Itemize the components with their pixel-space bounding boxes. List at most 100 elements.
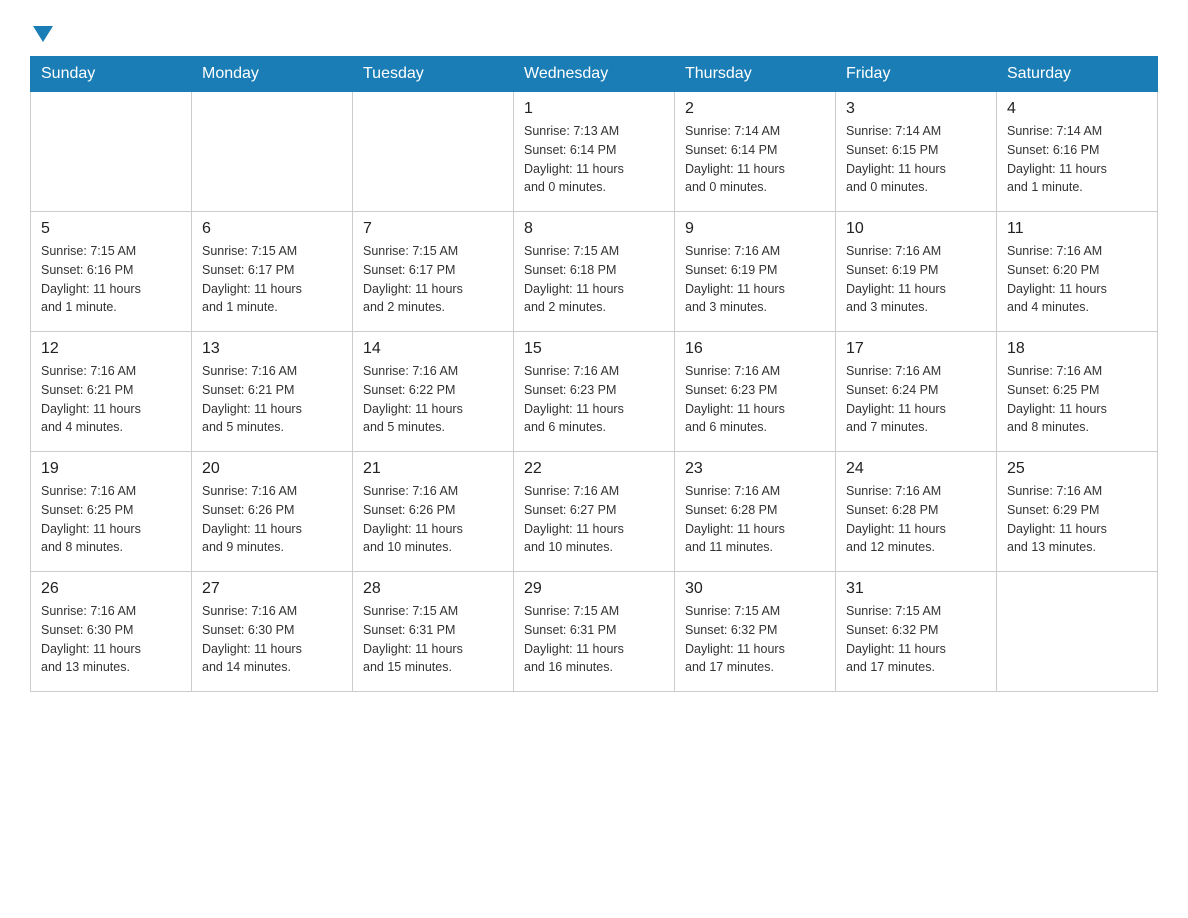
calendar-cell: 18 Sunrise: 7:16 AM Sunset: 6:25 PM Dayli… bbox=[997, 332, 1158, 452]
day-number: 22 bbox=[524, 460, 664, 478]
calendar-body: 1 Sunrise: 7:13 AM Sunset: 6:14 PM Daylig… bbox=[31, 92, 1158, 692]
day-info: Sunrise: 7:16 AM Sunset: 6:28 PM Dayligh… bbox=[846, 482, 986, 557]
calendar-cell: 9 Sunrise: 7:16 AM Sunset: 6:19 PM Daylig… bbox=[675, 212, 836, 332]
calendar-cell: 24 Sunrise: 7:16 AM Sunset: 6:28 PM Dayli… bbox=[836, 452, 997, 572]
calendar-cell: 4 Sunrise: 7:14 AM Sunset: 6:16 PM Daylig… bbox=[997, 92, 1158, 212]
day-number: 28 bbox=[363, 580, 503, 598]
day-number: 30 bbox=[685, 580, 825, 598]
day-info: Sunrise: 7:15 AM Sunset: 6:31 PM Dayligh… bbox=[363, 602, 503, 677]
day-info: Sunrise: 7:14 AM Sunset: 6:16 PM Dayligh… bbox=[1007, 122, 1147, 197]
day-number: 11 bbox=[1007, 220, 1147, 238]
day-info: Sunrise: 7:15 AM Sunset: 6:18 PM Dayligh… bbox=[524, 242, 664, 317]
day-info: Sunrise: 7:16 AM Sunset: 6:23 PM Dayligh… bbox=[685, 362, 825, 437]
header-tuesday: Tuesday bbox=[353, 57, 514, 92]
calendar-table: Sunday Monday Tuesday Wednesday Thursday… bbox=[30, 56, 1158, 692]
day-info: Sunrise: 7:16 AM Sunset: 6:27 PM Dayligh… bbox=[524, 482, 664, 557]
day-info: Sunrise: 7:15 AM Sunset: 6:32 PM Dayligh… bbox=[846, 602, 986, 677]
day-info: Sunrise: 7:15 AM Sunset: 6:17 PM Dayligh… bbox=[202, 242, 342, 317]
header-sunday: Sunday bbox=[31, 57, 192, 92]
calendar-week-row: 12 Sunrise: 7:16 AM Sunset: 6:21 PM Dayli… bbox=[31, 332, 1158, 452]
calendar-cell: 27 Sunrise: 7:16 AM Sunset: 6:30 PM Dayli… bbox=[192, 572, 353, 692]
calendar-cell: 14Sunrise: 7:16 AM Sunset: 6:22 PM Dayli… bbox=[353, 332, 514, 452]
calendar-week-row: 5 Sunrise: 7:15 AM Sunset: 6:16 PM Daylig… bbox=[31, 212, 1158, 332]
calendar-week-row: 26 Sunrise: 7:16 AM Sunset: 6:30 PM Dayli… bbox=[31, 572, 1158, 692]
day-info: Sunrise: 7:14 AM Sunset: 6:15 PM Dayligh… bbox=[846, 122, 986, 197]
page-header bbox=[30, 20, 1158, 38]
day-number: 21 bbox=[363, 460, 503, 478]
day-number: 10 bbox=[846, 220, 986, 238]
calendar-cell: 10 Sunrise: 7:16 AM Sunset: 6:19 PM Dayli… bbox=[836, 212, 997, 332]
day-info: Sunrise: 7:16 AM Sunset: 6:19 PM Dayligh… bbox=[685, 242, 825, 317]
day-info: Sunrise: 7:16 AM Sunset: 6:20 PM Dayligh… bbox=[1007, 242, 1147, 317]
day-info: Sunrise: 7:16 AM Sunset: 6:29 PM Dayligh… bbox=[1007, 482, 1147, 557]
calendar-cell bbox=[353, 92, 514, 212]
calendar-cell: 21 Sunrise: 7:16 AM Sunset: 6:26 PM Dayli… bbox=[353, 452, 514, 572]
header-saturday: Saturday bbox=[997, 57, 1158, 92]
calendar-cell: 17 Sunrise: 7:16 AM Sunset: 6:24 PM Dayli… bbox=[836, 332, 997, 452]
day-info: Sunrise: 7:15 AM Sunset: 6:16 PM Dayligh… bbox=[41, 242, 181, 317]
day-info: Sunrise: 7:13 AM Sunset: 6:14 PM Dayligh… bbox=[524, 122, 664, 197]
calendar-cell: 6 Sunrise: 7:15 AM Sunset: 6:17 PM Daylig… bbox=[192, 212, 353, 332]
header-monday: Monday bbox=[192, 57, 353, 92]
day-info: Sunrise: 7:16 AM Sunset: 6:25 PM Dayligh… bbox=[41, 482, 181, 557]
calendar-cell: 29 Sunrise: 7:15 AM Sunset: 6:31 PM Dayli… bbox=[514, 572, 675, 692]
calendar-header: Sunday Monday Tuesday Wednesday Thursday… bbox=[31, 57, 1158, 92]
day-number: 18 bbox=[1007, 340, 1147, 358]
calendar-cell bbox=[31, 92, 192, 212]
calendar-cell: 19 Sunrise: 7:16 AM Sunset: 6:25 PM Dayli… bbox=[31, 452, 192, 572]
day-info: Sunrise: 7:16 AM Sunset: 6:26 PM Dayligh… bbox=[363, 482, 503, 557]
day-number: 24 bbox=[846, 460, 986, 478]
day-info: Sunrise: 7:16 AM Sunset: 6:21 PM Dayligh… bbox=[202, 362, 342, 437]
day-info: Sunrise: 7:16 AM Sunset: 6:25 PM Dayligh… bbox=[1007, 362, 1147, 437]
day-info: Sunrise: 7:16 AM Sunset: 6:23 PM Dayligh… bbox=[524, 362, 664, 437]
day-number: 17 bbox=[846, 340, 986, 358]
calendar-cell: 31 Sunrise: 7:15 AM Sunset: 6:32 PM Dayli… bbox=[836, 572, 997, 692]
calendar-cell: 12 Sunrise: 7:16 AM Sunset: 6:21 PM Dayli… bbox=[31, 332, 192, 452]
day-info: Sunrise: 7:16 AM Sunset: 6:30 PM Dayligh… bbox=[202, 602, 342, 677]
day-info: Sunrise: 7:16 AM Sunset: 6:21 PM Dayligh… bbox=[41, 362, 181, 437]
day-number: 27 bbox=[202, 580, 342, 598]
calendar-cell bbox=[997, 572, 1158, 692]
calendar-cell: 3 Sunrise: 7:14 AM Sunset: 6:15 PM Daylig… bbox=[836, 92, 997, 212]
day-info: Sunrise: 7:15 AM Sunset: 6:31 PM Dayligh… bbox=[524, 602, 664, 677]
day-number: 3 bbox=[846, 100, 986, 118]
day-number: 4 bbox=[1007, 100, 1147, 118]
day-info: Sunrise: 7:16 AM Sunset: 6:24 PM Dayligh… bbox=[846, 362, 986, 437]
day-number: 25 bbox=[1007, 460, 1147, 478]
calendar-cell: 8Sunrise: 7:15 AM Sunset: 6:18 PM Daylig… bbox=[514, 212, 675, 332]
day-number: 1 bbox=[524, 100, 664, 118]
day-number: 19 bbox=[41, 460, 181, 478]
day-number: 16 bbox=[685, 340, 825, 358]
day-info: Sunrise: 7:15 AM Sunset: 6:32 PM Dayligh… bbox=[685, 602, 825, 677]
day-number: 12 bbox=[41, 340, 181, 358]
calendar-cell bbox=[192, 92, 353, 212]
day-info: Sunrise: 7:16 AM Sunset: 6:19 PM Dayligh… bbox=[846, 242, 986, 317]
day-number: 29 bbox=[524, 580, 664, 598]
day-info: Sunrise: 7:16 AM Sunset: 6:22 PM Dayligh… bbox=[363, 362, 503, 437]
day-number: 31 bbox=[846, 580, 986, 598]
day-info: Sunrise: 7:16 AM Sunset: 6:30 PM Dayligh… bbox=[41, 602, 181, 677]
day-number: 2 bbox=[685, 100, 825, 118]
day-number: 15 bbox=[524, 340, 664, 358]
calendar-week-row: 1 Sunrise: 7:13 AM Sunset: 6:14 PM Daylig… bbox=[31, 92, 1158, 212]
day-number: 13 bbox=[202, 340, 342, 358]
day-number: 7 bbox=[363, 220, 503, 238]
header-friday: Friday bbox=[836, 57, 997, 92]
day-number: 26 bbox=[41, 580, 181, 598]
logo-arrow-icon bbox=[33, 26, 53, 42]
day-number: 5 bbox=[41, 220, 181, 238]
calendar-cell: 22 Sunrise: 7:16 AM Sunset: 6:27 PM Dayli… bbox=[514, 452, 675, 572]
day-info: Sunrise: 7:16 AM Sunset: 6:28 PM Dayligh… bbox=[685, 482, 825, 557]
calendar-cell: 7Sunrise: 7:15 AM Sunset: 6:17 PM Daylig… bbox=[353, 212, 514, 332]
calendar-cell: 25 Sunrise: 7:16 AM Sunset: 6:29 PM Dayli… bbox=[997, 452, 1158, 572]
day-number: 20 bbox=[202, 460, 342, 478]
calendar-cell: 13 Sunrise: 7:16 AM Sunset: 6:21 PM Dayli… bbox=[192, 332, 353, 452]
calendar-week-row: 19 Sunrise: 7:16 AM Sunset: 6:25 PM Dayli… bbox=[31, 452, 1158, 572]
day-number: 23 bbox=[685, 460, 825, 478]
day-number: 9 bbox=[685, 220, 825, 238]
calendar-cell: 16 Sunrise: 7:16 AM Sunset: 6:23 PM Dayli… bbox=[675, 332, 836, 452]
day-number: 6 bbox=[202, 220, 342, 238]
calendar-cell: 23 Sunrise: 7:16 AM Sunset: 6:28 PM Dayli… bbox=[675, 452, 836, 572]
calendar-cell: 11 Sunrise: 7:16 AM Sunset: 6:20 PM Dayli… bbox=[997, 212, 1158, 332]
day-info: Sunrise: 7:16 AM Sunset: 6:26 PM Dayligh… bbox=[202, 482, 342, 557]
